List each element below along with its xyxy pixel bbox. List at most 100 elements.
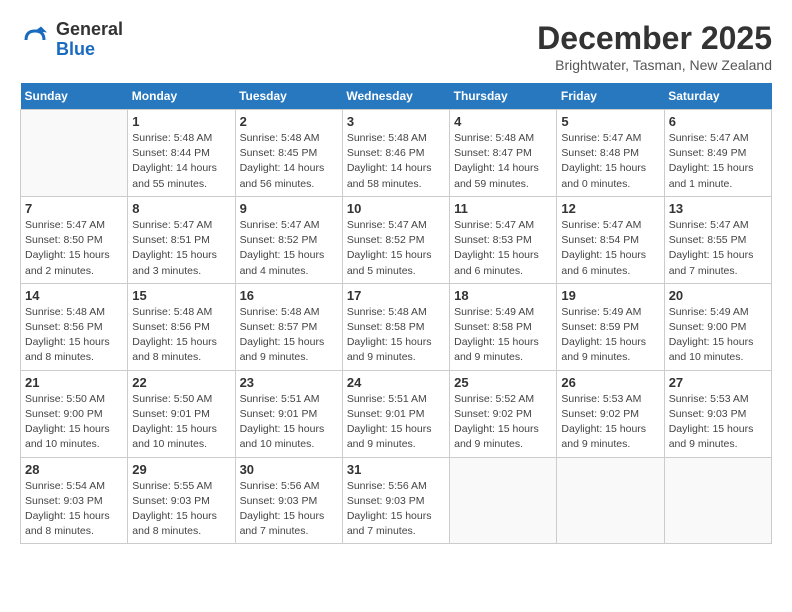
day-info: Sunrise: 5:48 AM Sunset: 8:58 PM Dayligh… [347, 305, 445, 366]
day-number: 17 [347, 288, 445, 303]
day-number: 6 [669, 114, 767, 129]
calendar-cell: 12Sunrise: 5:47 AM Sunset: 8:54 PM Dayli… [557, 196, 664, 283]
calendar-cell: 23Sunrise: 5:51 AM Sunset: 9:01 PM Dayli… [235, 370, 342, 457]
calendar-cell: 25Sunrise: 5:52 AM Sunset: 9:02 PM Dayli… [450, 370, 557, 457]
day-info: Sunrise: 5:49 AM Sunset: 8:58 PM Dayligh… [454, 305, 552, 366]
calendar-cell: 19Sunrise: 5:49 AM Sunset: 8:59 PM Dayli… [557, 283, 664, 370]
day-number: 28 [25, 462, 123, 477]
day-number: 24 [347, 375, 445, 390]
day-info: Sunrise: 5:51 AM Sunset: 9:01 PM Dayligh… [347, 392, 445, 453]
day-info: Sunrise: 5:53 AM Sunset: 9:03 PM Dayligh… [669, 392, 767, 453]
calendar-cell: 20Sunrise: 5:49 AM Sunset: 9:00 PM Dayli… [664, 283, 771, 370]
month-title: December 2025 [537, 20, 772, 57]
day-number: 25 [454, 375, 552, 390]
day-number: 13 [669, 201, 767, 216]
calendar-cell: 6 Sunrise: 5:47 AM Sunset: 8:49 PM Daylig… [664, 110, 771, 197]
day-info: Sunrise: 5:47 AM Sunset: 8:52 PM Dayligh… [347, 218, 445, 279]
weekday-header-thursday: Thursday [450, 83, 557, 110]
calendar-cell: 13 Sunrise: 5:47 AM Sunset: 8:55 PM Dayli… [664, 196, 771, 283]
day-info: Sunrise: 5:47 AM Sunset: 8:49 PM Dayligh… [669, 131, 767, 192]
day-info: Sunrise: 5:49 AM Sunset: 8:59 PM Dayligh… [561, 305, 659, 366]
logo-blue-text: Blue [56, 39, 95, 59]
weekday-header-saturday: Saturday [664, 83, 771, 110]
calendar-cell [450, 457, 557, 544]
calendar-week-row: 21Sunrise: 5:50 AM Sunset: 9:00 PM Dayli… [21, 370, 772, 457]
calendar-week-row: 7 Sunrise: 5:47 AM Sunset: 8:50 PM Daylig… [21, 196, 772, 283]
day-info: Sunrise: 5:47 AM Sunset: 8:55 PM Dayligh… [669, 218, 767, 279]
day-number: 3 [347, 114, 445, 129]
day-number: 14 [25, 288, 123, 303]
day-number: 18 [454, 288, 552, 303]
day-info: Sunrise: 5:47 AM Sunset: 8:50 PM Dayligh… [25, 218, 123, 279]
calendar-cell: 1 Sunrise: 5:48 AM Sunset: 8:44 PM Daylig… [128, 110, 235, 197]
day-info: Sunrise: 5:47 AM Sunset: 8:51 PM Dayligh… [132, 218, 230, 279]
day-number: 2 [240, 114, 338, 129]
day-number: 9 [240, 201, 338, 216]
weekday-header-friday: Friday [557, 83, 664, 110]
day-info: Sunrise: 5:53 AM Sunset: 9:02 PM Dayligh… [561, 392, 659, 453]
calendar-cell: 14 Sunrise: 5:48 AM Sunset: 8:56 PM Dayli… [21, 283, 128, 370]
logo-general-text: General [56, 19, 123, 39]
day-info: Sunrise: 5:48 AM Sunset: 8:44 PM Dayligh… [132, 131, 230, 192]
logo: General Blue [20, 20, 123, 60]
calendar-cell: 29 Sunrise: 5:55 AM Sunset: 9:03 PM Dayli… [128, 457, 235, 544]
calendar-cell: 4 Sunrise: 5:48 AM Sunset: 8:47 PM Daylig… [450, 110, 557, 197]
calendar-cell: 31 Sunrise: 5:56 AM Sunset: 9:03 PM Dayli… [342, 457, 449, 544]
day-number: 31 [347, 462, 445, 477]
calendar-cell: 3Sunrise: 5:48 AM Sunset: 8:46 PM Daylig… [342, 110, 449, 197]
calendar-cell: 27 Sunrise: 5:53 AM Sunset: 9:03 PM Dayli… [664, 370, 771, 457]
location: Brightwater, Tasman, New Zealand [537, 57, 772, 73]
calendar-cell: 21Sunrise: 5:50 AM Sunset: 9:00 PM Dayli… [21, 370, 128, 457]
calendar-cell [21, 110, 128, 197]
day-number: 23 [240, 375, 338, 390]
calendar-cell: 10Sunrise: 5:47 AM Sunset: 8:52 PM Dayli… [342, 196, 449, 283]
day-info: Sunrise: 5:47 AM Sunset: 8:48 PM Dayligh… [561, 131, 659, 192]
day-info: Sunrise: 5:54 AM Sunset: 9:03 PM Dayligh… [25, 479, 123, 540]
calendar-cell: 28 Sunrise: 5:54 AM Sunset: 9:03 PM Dayli… [21, 457, 128, 544]
calendar-cell: 17 Sunrise: 5:48 AM Sunset: 8:58 PM Dayli… [342, 283, 449, 370]
weekday-header-wednesday: Wednesday [342, 83, 449, 110]
day-info: Sunrise: 5:47 AM Sunset: 8:53 PM Dayligh… [454, 218, 552, 279]
calendar-cell: 16Sunrise: 5:48 AM Sunset: 8:57 PM Dayli… [235, 283, 342, 370]
day-number: 1 [132, 114, 230, 129]
logo-icon [20, 25, 50, 55]
day-number: 12 [561, 201, 659, 216]
day-number: 29 [132, 462, 230, 477]
day-number: 7 [25, 201, 123, 216]
weekday-header-tuesday: Tuesday [235, 83, 342, 110]
day-number: 8 [132, 201, 230, 216]
day-number: 22 [132, 375, 230, 390]
calendar-cell: 26Sunrise: 5:53 AM Sunset: 9:02 PM Dayli… [557, 370, 664, 457]
day-info: Sunrise: 5:50 AM Sunset: 9:00 PM Dayligh… [25, 392, 123, 453]
day-number: 4 [454, 114, 552, 129]
day-info: Sunrise: 5:56 AM Sunset: 9:03 PM Dayligh… [347, 479, 445, 540]
calendar-cell: 22Sunrise: 5:50 AM Sunset: 9:01 PM Dayli… [128, 370, 235, 457]
weekday-header-monday: Monday [128, 83, 235, 110]
calendar-cell: 11 Sunrise: 5:47 AM Sunset: 8:53 PM Dayli… [450, 196, 557, 283]
day-number: 27 [669, 375, 767, 390]
day-info: Sunrise: 5:48 AM Sunset: 8:47 PM Dayligh… [454, 131, 552, 192]
calendar-cell: 24 Sunrise: 5:51 AM Sunset: 9:01 PM Dayli… [342, 370, 449, 457]
day-number: 11 [454, 201, 552, 216]
day-info: Sunrise: 5:48 AM Sunset: 8:56 PM Dayligh… [132, 305, 230, 366]
calendar-table: SundayMondayTuesdayWednesdayThursdayFrid… [20, 83, 772, 544]
calendar-cell: 30Sunrise: 5:56 AM Sunset: 9:03 PM Dayli… [235, 457, 342, 544]
calendar-week-row: 28 Sunrise: 5:54 AM Sunset: 9:03 PM Dayli… [21, 457, 772, 544]
day-info: Sunrise: 5:48 AM Sunset: 8:57 PM Dayligh… [240, 305, 338, 366]
day-number: 15 [132, 288, 230, 303]
calendar-cell: 8 Sunrise: 5:47 AM Sunset: 8:51 PM Daylig… [128, 196, 235, 283]
day-info: Sunrise: 5:47 AM Sunset: 8:52 PM Dayligh… [240, 218, 338, 279]
day-info: Sunrise: 5:48 AM Sunset: 8:45 PM Dayligh… [240, 131, 338, 192]
day-number: 5 [561, 114, 659, 129]
calendar-cell: 9 Sunrise: 5:47 AM Sunset: 8:52 PM Daylig… [235, 196, 342, 283]
day-info: Sunrise: 5:55 AM Sunset: 9:03 PM Dayligh… [132, 479, 230, 540]
page-header: General Blue December 2025 Brightwater, … [20, 20, 772, 73]
calendar-cell: 2 Sunrise: 5:48 AM Sunset: 8:45 PM Daylig… [235, 110, 342, 197]
day-number: 30 [240, 462, 338, 477]
calendar-cell: 5 Sunrise: 5:47 AM Sunset: 8:48 PM Daylig… [557, 110, 664, 197]
calendar-week-row: 1 Sunrise: 5:48 AM Sunset: 8:44 PM Daylig… [21, 110, 772, 197]
calendar-cell [664, 457, 771, 544]
title-section: December 2025 Brightwater, Tasman, New Z… [537, 20, 772, 73]
calendar-cell: 7 Sunrise: 5:47 AM Sunset: 8:50 PM Daylig… [21, 196, 128, 283]
day-info: Sunrise: 5:48 AM Sunset: 8:56 PM Dayligh… [25, 305, 123, 366]
